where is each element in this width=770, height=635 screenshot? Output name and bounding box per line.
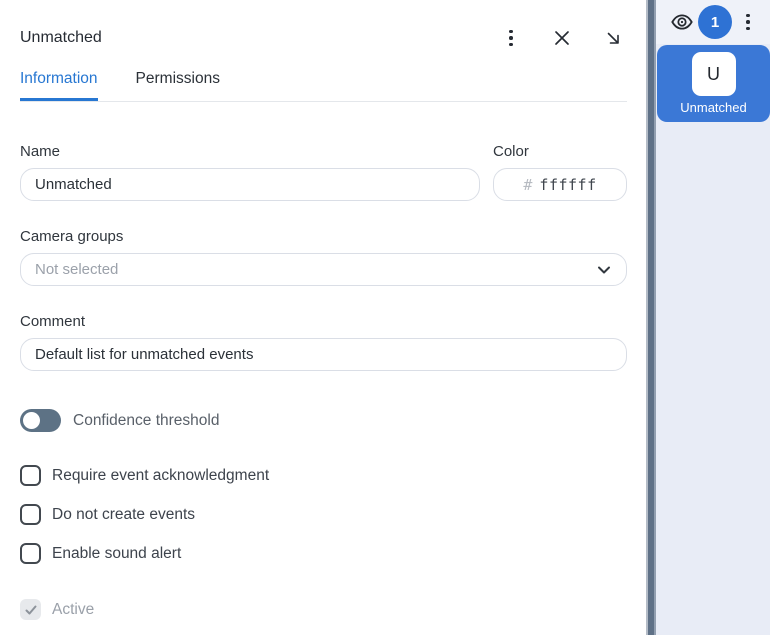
check-icon bbox=[24, 603, 38, 617]
tab-bar: Information Permissions bbox=[20, 70, 627, 102]
page-title: Unmatched bbox=[20, 29, 102, 47]
header-actions bbox=[499, 26, 625, 50]
list-item-label: Unmatched bbox=[680, 100, 746, 115]
tab-permissions[interactable]: Permissions bbox=[136, 70, 220, 101]
more-options-button[interactable] bbox=[499, 26, 523, 50]
count-badge[interactable]: 1 bbox=[698, 5, 732, 39]
list-avatar: U bbox=[692, 52, 736, 96]
sidebar-toolbar: 1 bbox=[656, 0, 770, 44]
close-button[interactable] bbox=[550, 26, 574, 50]
panel-header: Unmatched bbox=[20, 26, 627, 50]
panel-scrollbar[interactable] bbox=[646, 0, 656, 635]
tab-information[interactable]: Information bbox=[20, 70, 98, 101]
watchlists-sidebar: 1 U Unmatched bbox=[656, 0, 770, 635]
comment-group: Comment bbox=[20, 313, 627, 371]
arrow-down-right-icon bbox=[605, 30, 622, 47]
camera-groups-group: Camera groups Not selected bbox=[20, 228, 627, 286]
close-icon bbox=[553, 29, 571, 47]
camera-groups-select[interactable]: Not selected bbox=[20, 253, 627, 286]
active-row: Active bbox=[20, 599, 627, 620]
active-checkbox bbox=[20, 599, 41, 620]
comment-label: Comment bbox=[20, 313, 627, 330]
visibility-button[interactable] bbox=[670, 10, 694, 34]
eye-icon bbox=[670, 11, 694, 33]
color-hash-prefix: # bbox=[523, 176, 532, 194]
require-acknowledgment-label: Require event acknowledgment bbox=[52, 467, 269, 485]
name-field-label: Name bbox=[20, 143, 480, 160]
sidebar-more-button[interactable] bbox=[736, 10, 760, 34]
no-create-events-label: Do not create events bbox=[52, 506, 195, 524]
name-color-row: Name Color # ffffff bbox=[20, 143, 627, 201]
sound-alert-row: Enable sound alert bbox=[20, 543, 627, 564]
active-label: Active bbox=[52, 601, 94, 619]
sound-alert-checkbox[interactable] bbox=[20, 543, 41, 564]
list-item-unmatched[interactable]: U Unmatched bbox=[657, 45, 770, 122]
require-acknowledgment-row: Require event acknowledgment bbox=[20, 465, 627, 486]
color-input[interactable]: # ffffff bbox=[493, 168, 627, 201]
confidence-threshold-row: Confidence threshold bbox=[20, 409, 627, 432]
require-acknowledgment-checkbox[interactable] bbox=[20, 465, 41, 486]
checkbox-list: Require event acknowledgment Do not crea… bbox=[20, 465, 627, 564]
kebab-menu-icon bbox=[509, 30, 513, 47]
color-field-label: Color bbox=[493, 143, 627, 160]
sound-alert-label: Enable sound alert bbox=[52, 545, 181, 563]
no-create-events-row: Do not create events bbox=[20, 504, 627, 525]
kebab-menu-icon bbox=[746, 14, 750, 31]
toggle-knob bbox=[23, 412, 40, 429]
watchlist-settings-panel: Unmatched Information bbox=[0, 0, 646, 635]
color-hex-value: ffffff bbox=[539, 176, 596, 194]
name-input[interactable] bbox=[20, 168, 480, 201]
app-window: Unmatched Information bbox=[0, 0, 770, 635]
comment-input[interactable] bbox=[20, 338, 627, 371]
camera-groups-label: Camera groups bbox=[20, 228, 627, 245]
confidence-threshold-toggle[interactable] bbox=[20, 409, 61, 432]
no-create-events-checkbox[interactable] bbox=[20, 504, 41, 525]
confidence-threshold-label: Confidence threshold bbox=[73, 412, 220, 430]
expand-button[interactable] bbox=[601, 26, 625, 50]
